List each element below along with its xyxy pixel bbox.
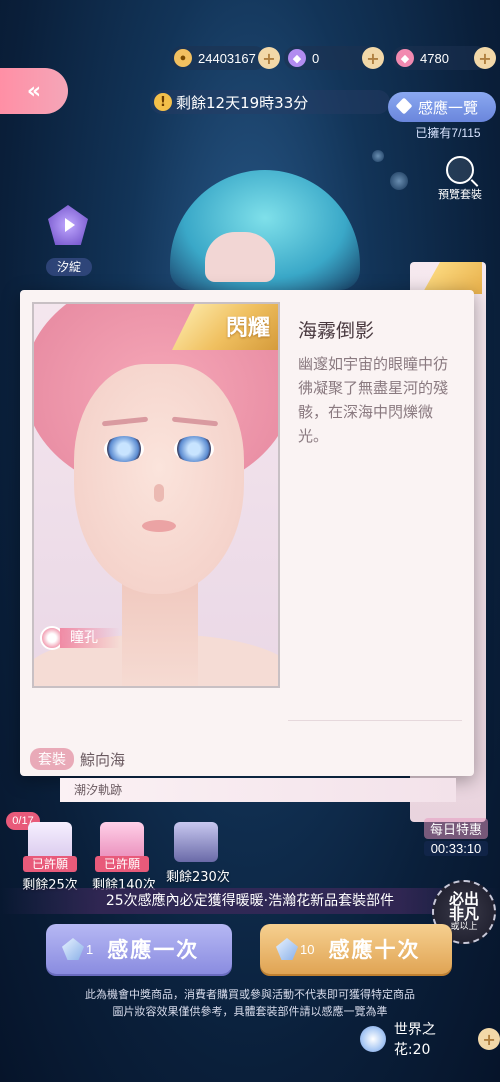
item-description: 幽邃如宇宙的眼瞳中彷彿凝聚了無盡星河的殘骸，在深海中閃爍微光。 <box>298 355 449 445</box>
world-flower-counter: 世界之花:20 + <box>360 1022 500 1058</box>
gold-counter: ● 24403167 <box>170 46 266 70</box>
add-pink-gem-button[interactable]: + <box>474 47 496 69</box>
item-title: 海霧倒影 <box>298 320 375 342</box>
model-face <box>205 232 275 282</box>
currency-bar: ● 24403167 + ◆ 0 + ◆ 4780 + <box>170 44 500 72</box>
reward-item[interactable]: 剩餘230次 <box>166 822 230 885</box>
diamond-icon <box>395 97 413 115</box>
add-world-flower-button[interactable]: + <box>478 1028 500 1050</box>
play-gem-icon <box>48 205 88 245</box>
divider <box>288 720 462 721</box>
magnifier-icon <box>446 156 474 184</box>
cat-coin-icon: ● <box>174 49 192 67</box>
part-type-tag: 瞳孔 <box>40 626 120 650</box>
bubble-decoration <box>390 172 408 190</box>
purple-diamond-icon: ◆ <box>288 49 306 67</box>
bubble-decoration <box>372 150 384 162</box>
preview-suit-button[interactable]: 預覽套裝 <box>430 156 490 202</box>
suit-name: 鯨向海 <box>80 750 126 769</box>
character-video-button[interactable] <box>40 205 96 257</box>
draw-once-button[interactable]: 1 感應一次 <box>46 924 232 974</box>
daily-countdown: 00:33:10 <box>424 841 488 856</box>
suit-info: 套裝 鯨向海 <box>30 748 125 770</box>
owned-count: 已擁有7/115 <box>415 126 481 140</box>
draw-ten-button[interactable]: 10 感應十次 <box>260 924 452 974</box>
back-button[interactable]: « <box>0 68 68 114</box>
crystal-icon <box>276 938 298 960</box>
suit-badge: 套裝 <box>30 748 74 770</box>
disclaimer: 此為機會中獎商品，消費者購買或參與活動不代表即可獲得特定商品 圖片妝容效果僅供參… <box>85 988 415 1018</box>
reward-item[interactable]: 已許願 剩餘140次 <box>92 822 156 893</box>
exclamation-icon: ! <box>154 93 172 111</box>
overview-button[interactable]: 感應一覽 <box>388 92 496 122</box>
secondary-card-strip: 潮汐軌跡 <box>60 778 456 802</box>
reward-item[interactable]: 已許願 剩餘25次 <box>20 822 80 893</box>
eye-right <box>174 436 214 462</box>
add-gold-button[interactable]: + <box>258 47 280 69</box>
crystal-icon <box>62 938 84 960</box>
item-card: 閃耀 瞳孔 海霧倒影 幽邃如宇宙的眼瞳中彷彿凝聚了無盡星河的殘骸，在深海中閃爍微… <box>20 290 474 776</box>
crystal-flower-icon <box>360 1026 386 1052</box>
double-chevron-left-icon: « <box>26 78 42 104</box>
eye-left <box>104 436 144 462</box>
pink-diamond-icon: ◆ <box>396 49 414 67</box>
character-name: 汐綻 <box>46 258 92 276</box>
add-purple-gem-button[interactable]: + <box>362 47 384 69</box>
guarantee-banner: 25次感應內必定獲得暖暖·浩瀚花新品套裝部件 <box>0 888 500 914</box>
daily-deal-button[interactable]: 每日特惠 00:33:10 <box>424 818 488 856</box>
item-preview-image: 閃耀 瞳孔 <box>32 302 280 688</box>
portrait-thumbnail <box>174 822 218 862</box>
event-timer: ! 剩餘12天19時33分 <box>150 90 390 114</box>
